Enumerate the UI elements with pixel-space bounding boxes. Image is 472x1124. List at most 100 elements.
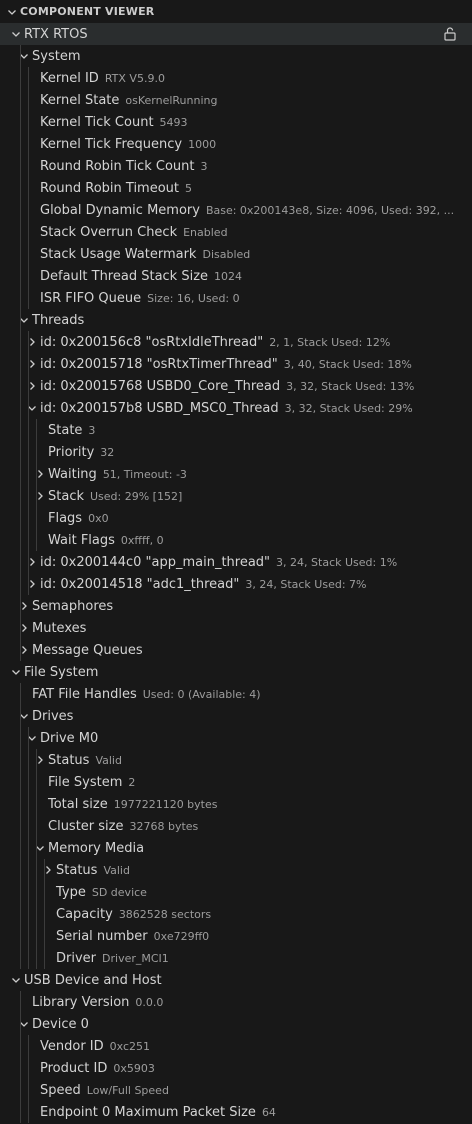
chevron-right-icon[interactable] [24,353,40,375]
tree-row[interactable]: Capacity 3862528 sectors [0,903,472,925]
tree-row[interactable]: RTX RTOS [0,23,472,45]
indent-guide [20,595,21,617]
indent-guide [28,727,29,749]
indent-guide [28,397,29,419]
tree-row[interactable]: id: 0x20015718 "osRtxTimerThread" 3, 40, … [0,353,472,375]
chevron-right-icon[interactable] [40,859,56,881]
chevron-right-icon[interactable] [32,485,48,507]
tree-row[interactable]: Stack Used: 29% [152] [0,485,472,507]
tree-row[interactable]: Global Dynamic Memory Base: 0x200143e8, S… [0,199,472,221]
tree-row[interactable]: FAT File Handles Used: 0 (Available: 4) [0,683,472,705]
tree-row[interactable]: Round Robin Tick Count 3 [0,155,472,177]
tree-row[interactable]: Kernel Tick Frequency 1000 [0,133,472,155]
chevron-down-icon[interactable] [8,661,24,683]
tree-row[interactable]: Cluster size 32768 bytes [0,815,472,837]
indent-guide [20,331,21,353]
chevron-right-icon[interactable] [32,749,48,771]
twistie-spacer [24,243,40,265]
indent-guide [36,485,37,507]
chevron-down-icon[interactable] [16,45,32,67]
panel-header[interactable]: COMPONENT VIEWER [0,0,472,23]
tree-row[interactable]: Threads [0,309,472,331]
tree-row[interactable]: Status Valid [0,749,472,771]
chevron-right-icon[interactable] [16,617,32,639]
indent-guide [20,727,21,749]
indent-guide [20,221,21,243]
tree-row[interactable]: Endpoint 0 Maximum Packet Size 64 [0,1101,472,1123]
tree-row[interactable]: Drive M0 [0,727,472,749]
tree-row[interactable]: Mutexes [0,617,472,639]
chevron-down-icon[interactable] [24,397,40,419]
tree-row[interactable]: State 3 [0,419,472,441]
tree-row[interactable]: Total size 1977221120 bytes [0,793,472,815]
tree-row[interactable]: Semaphores [0,595,472,617]
tree-row[interactable]: Round Robin Timeout 5 [0,177,472,199]
tree-row[interactable]: id: 0x200157b8 USBD_MSC0_Thread 3, 32, St… [0,397,472,419]
chevron-down-icon[interactable] [4,1,20,23]
chevron-down-icon[interactable] [16,705,32,727]
tree-row[interactable]: Default Thread Stack Size 1024 [0,265,472,287]
tree-row[interactable]: ISR FIFO Queue Size: 16, Used: 0 [0,287,472,309]
tree-row[interactable]: id: 0x200144c0 "app_main_thread" 3, 24, S… [0,551,472,573]
tree-row[interactable]: Speed Low/Full Speed [0,1079,472,1101]
chevron-right-icon[interactable] [32,463,48,485]
chevron-down-icon[interactable] [24,727,40,749]
tree-row[interactable]: System [0,45,472,67]
tree-row[interactable]: Kernel Tick Count 5493 [0,111,472,133]
chevron-down-icon[interactable] [32,837,48,859]
chevron-right-icon[interactable] [24,375,40,397]
chevron-down-icon[interactable] [8,23,24,45]
chevron-right-icon[interactable] [16,595,32,617]
tree-item-label: id: 0x20015768 USBD0_Core_Thread [40,378,281,394]
tree-row[interactable]: Serial number 0xe729ff0 [0,925,472,947]
tree-row[interactable]: Priority 32 [0,441,472,463]
tree-item-value: 2 [128,775,136,789]
chevron-right-icon[interactable] [24,551,40,573]
tree-row[interactable]: File System [0,661,472,683]
tree-row[interactable]: File System 2 [0,771,472,793]
indent-guide [20,859,21,881]
lock-icon[interactable] [442,26,458,42]
tree-item-value: Valid [103,863,130,877]
tree-row[interactable]: Wait Flags 0xffff, 0 [0,529,472,551]
tree-item-value: 3, 24, Stack Used: 1% [276,555,398,569]
tree-row[interactable]: Driver Driver_MCI1 [0,947,472,969]
tree-item-label: State [48,422,83,438]
tree-item-label: Kernel State [40,92,120,108]
chevron-right-icon[interactable] [24,331,40,353]
tree-row[interactable]: USB Device and Host [0,969,472,991]
chevron-right-icon[interactable] [24,573,40,595]
tree-row[interactable]: Memory Media [0,837,472,859]
tree-item-value: 1024 [214,269,243,283]
chevron-down-icon[interactable] [8,969,24,991]
tree-row[interactable]: Kernel State osKernelRunning [0,89,472,111]
tree-row[interactable]: Status Valid [0,859,472,881]
chevron-right-icon[interactable] [16,639,32,661]
tree-row[interactable]: Vendor ID 0xc251 [0,1035,472,1057]
tree-row[interactable]: Device 0 [0,1013,472,1035]
tree-row[interactable]: Stack Usage Watermark Disabled [0,243,472,265]
chevron-down-icon[interactable] [16,309,32,331]
twistie-spacer [24,1057,40,1079]
indent-guide [20,551,21,573]
tree-item-label: id: 0x200156c8 "osRtxIdleThread" [40,334,264,350]
tree-row[interactable]: Message Queues [0,639,472,661]
tree-row[interactable]: Library Version 0.0.0 [0,991,472,1013]
indent-guide [28,573,29,595]
indent-guide [20,1013,21,1035]
twistie-spacer [16,683,32,705]
indent-guide [28,925,29,947]
indent-guide [36,507,37,529]
tree-row[interactable]: Type SD device [0,881,472,903]
tree-row[interactable]: Stack Overrun Check Enabled [0,221,472,243]
chevron-down-icon[interactable] [16,1013,32,1035]
tree-row[interactable]: Drives [0,705,472,727]
tree-row[interactable]: id: 0x20014518 "adc1_thread" 3, 24, Stack… [0,573,472,595]
tree-row[interactable]: Waiting 51, Timeout: -3 [0,463,472,485]
tree-row[interactable]: id: 0x20015768 USBD0_Core_Thread 3, 32, S… [0,375,472,397]
tree-row[interactable]: Product ID 0x5903 [0,1057,472,1079]
tree-row[interactable]: Kernel ID RTX V5.9.0 [0,67,472,89]
tree-item-label: FAT File Handles [32,686,137,702]
tree-row[interactable]: id: 0x200156c8 "osRtxIdleThread" 2, 1, St… [0,331,472,353]
tree-row[interactable]: Flags 0x0 [0,507,472,529]
